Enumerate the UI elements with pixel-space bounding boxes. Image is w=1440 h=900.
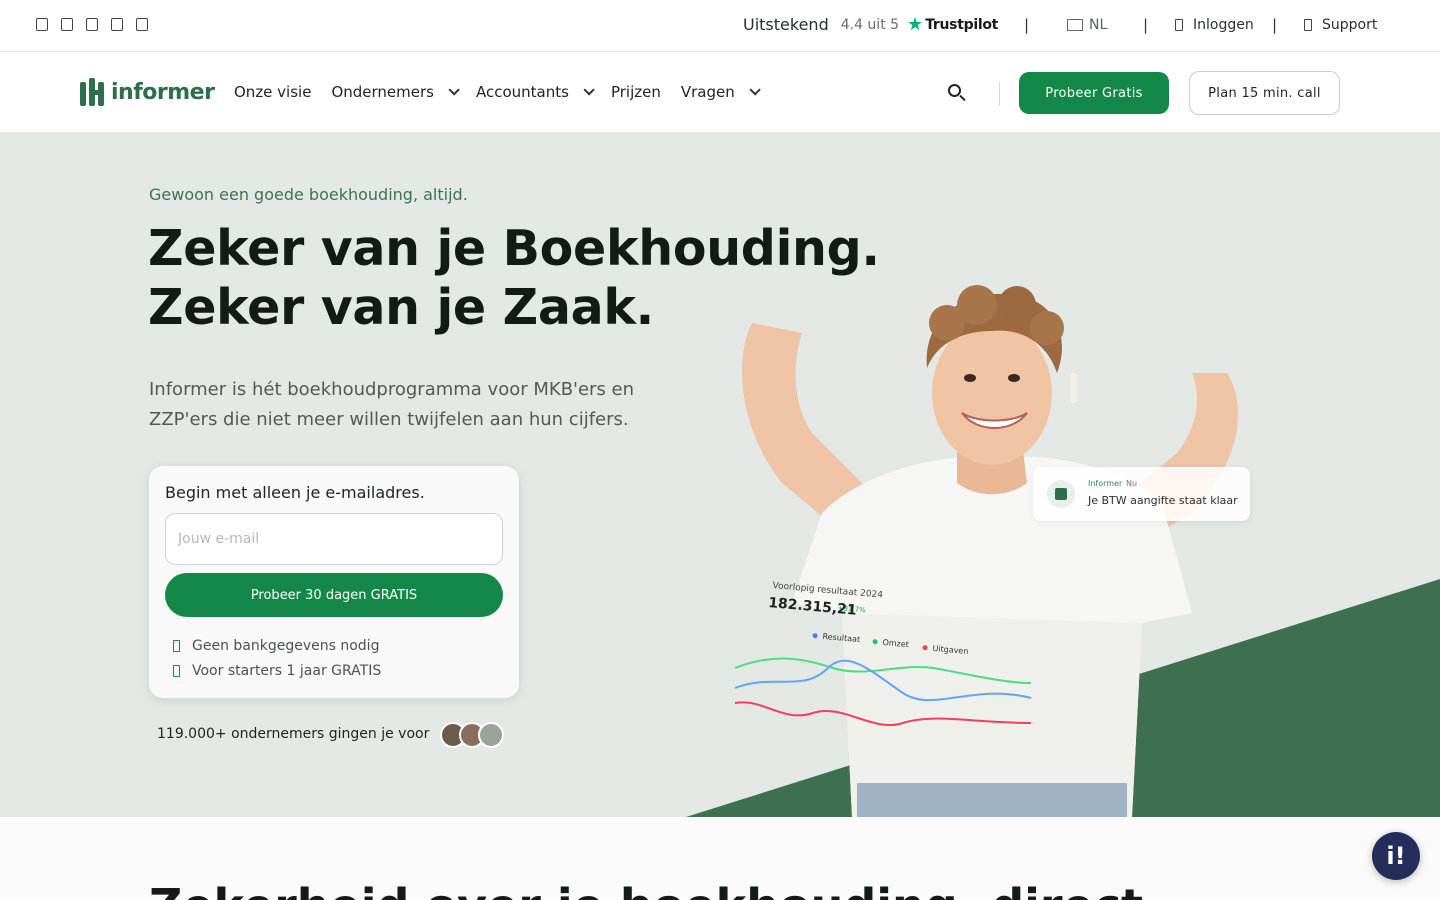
nav-item-onze-visie[interactable]: Onze visie [234, 83, 311, 101]
separator: | [1143, 16, 1149, 34]
flag-icon [1067, 19, 1083, 31]
result-chart-card: Voorlopig resultaat 2024 182.315,21 +31,… [733, 573, 1033, 773]
signup-title: Begin met alleen je e-mailadres. [165, 483, 425, 502]
check-icon [173, 665, 180, 677]
lock-icon [1175, 19, 1183, 31]
email-field[interactable] [165, 513, 503, 565]
tiktok-icon[interactable] [136, 18, 148, 31]
language-switcher[interactable]: NL [1067, 17, 1107, 33]
logo-mark-icon [79, 78, 107, 106]
search-icon[interactable] [946, 82, 968, 104]
avatar [478, 722, 504, 748]
support-label: Support [1322, 17, 1378, 33]
try-free-button[interactable]: Probeer Gratis [1019, 72, 1169, 114]
nav-item-prijzen[interactable]: Prijzen [611, 83, 661, 101]
benefit-item: Geen bankgegevens nodig [173, 638, 379, 654]
nav-item-label: Prijzen [610, 83, 661, 101]
main-nav: informer Onze visie Ondernemers Accounta… [0, 53, 1440, 133]
login-link[interactable]: Inloggen [1175, 17, 1254, 33]
nav-item-label: Ondernemers [331, 83, 434, 101]
plan-call-button[interactable]: Plan 15 min. call [1189, 71, 1340, 115]
headline-line-1: Zeker van je Boekhouding. [148, 220, 880, 277]
coins-icon [1047, 480, 1075, 508]
nav-divider [999, 82, 1000, 106]
separator: | [1272, 16, 1278, 34]
nav-item-vragen[interactable]: Vragen [680, 83, 761, 101]
notification-message: Je BTW aangifte staat klaar [1088, 494, 1238, 507]
features-section: Zekerheid over je boekhouding, direct [0, 817, 1440, 900]
hero-section: Gewoon een goede boekhouding, altijd. Ze… [0, 133, 1440, 817]
benefit-item: Voor starters 1 jaar GRATIS [173, 663, 381, 679]
rating-word: Uitstekend [743, 15, 829, 34]
social-links [36, 18, 148, 31]
facebook-icon[interactable] [36, 18, 48, 31]
chat-widget-button[interactable]: i! [1372, 832, 1420, 880]
linkedin-icon[interactable] [86, 18, 98, 31]
chevron-down-icon [448, 84, 460, 96]
hero-subtitle: Informer is hét boekhoudprogramma voor M… [149, 379, 635, 430]
section-title: Zekerheid over je boekhouding, direct [149, 879, 1143, 900]
notification-app: Informer [1088, 479, 1123, 488]
hero-tagline: Gewoon een goede boekhouding, altijd. [149, 185, 468, 204]
trustpilot-logo: Trustpilot [925, 16, 999, 33]
start-trial-button[interactable]: Probeer 30 dagen GRATIS [165, 573, 503, 617]
nav-item-label: Vragen [680, 83, 735, 101]
logo-text: informer [111, 79, 215, 105]
chevron-down-icon [583, 84, 595, 96]
nav-item-label: Onze visie [234, 83, 312, 101]
result-chart-lines [734, 657, 1032, 726]
rating-score: 4.4 uit 5 [840, 16, 900, 33]
benefit-label: Voor starters 1 jaar GRATIS [192, 663, 382, 679]
btw-notification-card: Informer Nu Je BTW aangifte staat klaar [1033, 467, 1250, 521]
language-label: NL [1089, 17, 1108, 33]
benefit-label: Geen bankgegevens nodig [192, 638, 380, 654]
separator: | [1024, 16, 1030, 34]
nav-menu: Onze visie Ondernemers Accountants Prijz… [234, 83, 761, 101]
top-bar: Uitstekend 4.4 uit 5 ★ Trustpilot | NL |… [0, 0, 1440, 52]
instagram-icon[interactable] [61, 18, 73, 31]
headset-icon [1304, 19, 1312, 31]
trustpilot-star-icon: ★ [907, 13, 924, 35]
chevron-down-icon [749, 84, 761, 96]
check-icon [173, 640, 180, 652]
logo[interactable]: informer [79, 78, 215, 106]
notification-time: Nu [1126, 479, 1138, 488]
signup-card: Begin met alleen je e-mailadres. Probeer… [149, 466, 519, 698]
customer-avatars [440, 722, 504, 748]
nav-item-ondernemers[interactable]: Ondernemers [331, 83, 460, 101]
nav-item-accountants[interactable]: Accountants [475, 83, 595, 101]
trustpilot-rating[interactable]: Uitstekend 4.4 uit 5 ★ Trustpilot [743, 15, 998, 34]
support-link[interactable]: Support [1304, 17, 1377, 33]
social-proof-text: 119.000+ ondernemers gingen je voor [157, 726, 430, 742]
youtube-icon[interactable] [111, 18, 123, 31]
nav-item-label: Accountants [475, 83, 569, 101]
login-label: Inloggen [1193, 17, 1254, 33]
